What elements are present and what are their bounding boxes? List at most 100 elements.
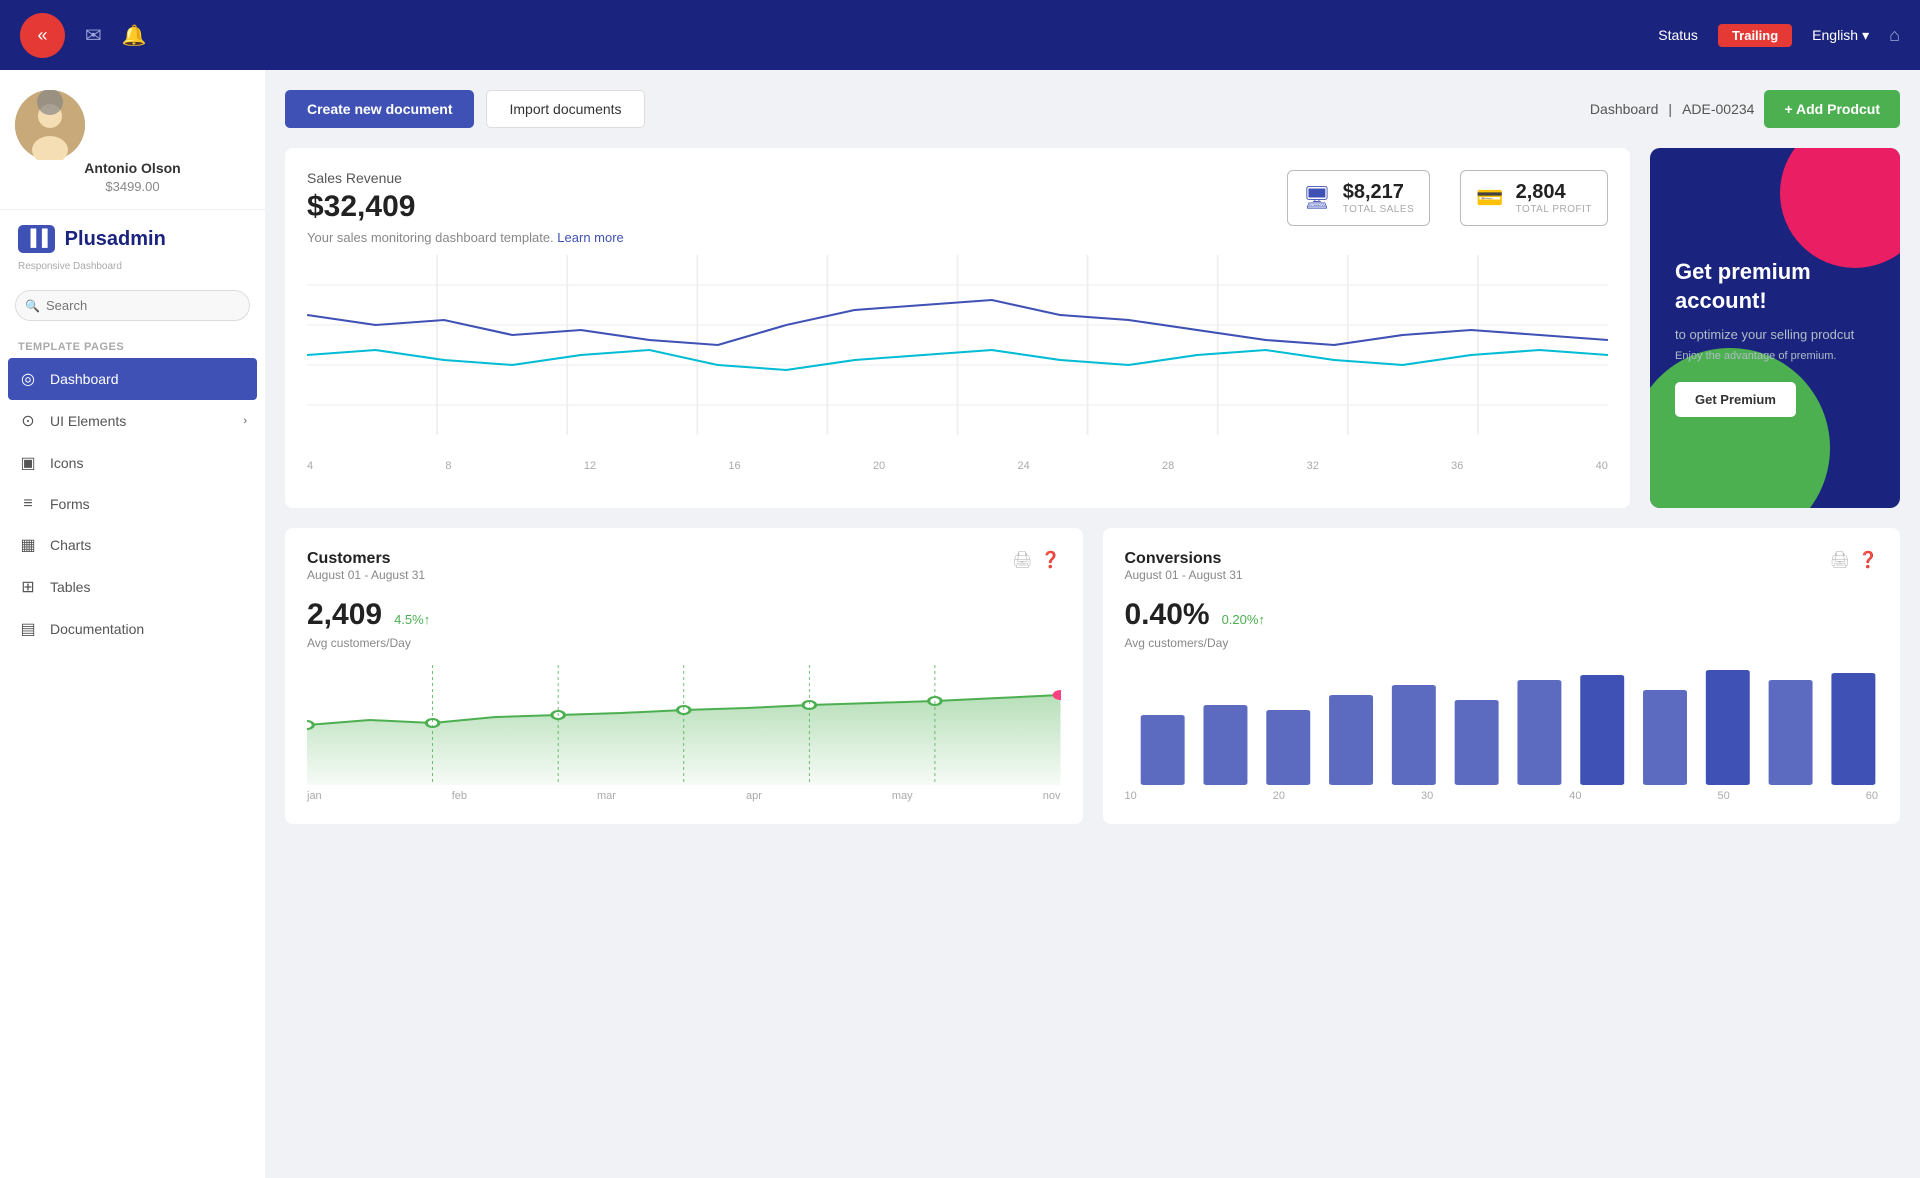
sidebar-item-tables[interactable]: ⊞ Tables (0, 566, 265, 608)
header-icons: ✉ 🔔 (85, 23, 1658, 48)
conversions-header: Conversions August 01 - August 31 🖨 ❓ (1125, 550, 1879, 594)
premium-note: Enjoy the advantage of premium. (1675, 350, 1875, 362)
conversions-title: Conversions (1125, 550, 1243, 568)
charts-icon: ▦ (18, 535, 38, 555)
breadcrumb-code: ADE-00234 (1682, 101, 1754, 117)
sidebar-item-label: Charts (50, 537, 91, 553)
search-input[interactable] (15, 290, 250, 321)
total-profit-value: 2,804 (1516, 181, 1592, 204)
conversions-title-group: Conversions August 01 - August 31 (1125, 550, 1243, 594)
conversions-card: Conversions August 01 - August 31 🖨 ❓ 0.… (1103, 528, 1901, 824)
icons-icon: ▣ (18, 453, 38, 473)
total-profit-label: TOTAL PROFIT (1516, 204, 1592, 215)
sidebar-item-label: Icons (50, 455, 83, 471)
add-product-button[interactable]: + Add Prodcut (1764, 90, 1900, 128)
x-label: feb (452, 790, 467, 802)
nav-section-title: TEMPLATE PAGES (0, 333, 265, 358)
x-label: 16 (728, 460, 740, 472)
premium-desc: to optimize your selling prodcut (1675, 327, 1875, 342)
x-label: 24 (1017, 460, 1029, 472)
breadcrumb: Dashboard | ADE-00234 + Add Prodcut (1590, 90, 1900, 128)
help-icon[interactable]: ❓ (1858, 550, 1878, 570)
customers-title-group: Customers August 01 - August 31 (307, 550, 425, 594)
action-buttons: Create new document Import documents (285, 90, 645, 128)
customers-value: 2,409 (307, 598, 382, 632)
profile-section: Antonio Olson $3499.00 (0, 70, 265, 210)
premium-content: Get premium account! to optimize your se… (1675, 258, 1875, 417)
trailing-badge: Trailing (1718, 24, 1792, 47)
sidebar-item-label: UI Elements (50, 413, 126, 429)
sales-value: $32,409 (307, 190, 624, 224)
chart-x-labels: 4 8 12 16 20 24 28 32 36 40 (307, 455, 1608, 472)
total-profit-metric: 💳 2,804 TOTAL PROFIT (1460, 170, 1608, 226)
premium-pink-circle (1780, 148, 1900, 268)
language-label: English (1812, 27, 1858, 43)
create-document-button[interactable]: Create new document (285, 90, 474, 128)
x-label: may (892, 790, 913, 802)
learn-more-link[interactable]: Learn more (557, 230, 623, 245)
status-label: Status (1658, 27, 1698, 43)
bottom-cards-row: Customers August 01 - August 31 🖨 ❓ 2,40… (285, 528, 1900, 824)
sidebar-item-dashboard[interactable]: ◎ Dashboard (8, 358, 257, 400)
tables-icon: ⊞ (18, 577, 38, 597)
sales-subtitle-text: Your sales monitoring dashboard template… (307, 230, 554, 245)
search-icon: 🔍 (25, 299, 40, 313)
x-label: jan (307, 790, 322, 802)
x-label: 4 (307, 460, 313, 472)
help-icon[interactable]: ❓ (1041, 550, 1061, 570)
sidebar-item-label: Documentation (50, 621, 144, 637)
customers-date: August 01 - August 31 (307, 568, 425, 582)
customers-change: 4.5%↑ (394, 612, 430, 627)
sidebar-toggle-button[interactable]: « (20, 13, 65, 58)
sales-revenue-card: Sales Revenue $32,409 Your sales monitor… (285, 148, 1630, 508)
sidebar-item-forms[interactable]: ≡ Forms (0, 484, 265, 524)
total-sales-value: $8,217 (1343, 181, 1414, 204)
x-label: 8 (445, 460, 451, 472)
x-label: apr (746, 790, 762, 802)
x-label: 20 (1273, 790, 1285, 802)
x-label: 32 (1307, 460, 1319, 472)
main-header: « ✉ 🔔 Status Trailing English ▾ ⌂ (0, 0, 1920, 70)
premium-title: Get premium account! (1675, 258, 1875, 315)
x-label: 36 (1451, 460, 1463, 472)
total-sales-label: TOTAL SALES (1343, 204, 1414, 215)
language-selector[interactable]: English ▾ (1812, 27, 1869, 44)
metrics-row: 🖥 $8,217 TOTAL SALES 💳 2,804 (1287, 170, 1608, 226)
logo-area: ▐▐ Plusadmin (0, 210, 265, 261)
logo-icon: ▐▐ (18, 225, 55, 253)
get-premium-button[interactable]: Get Premium (1675, 382, 1796, 417)
conversions-chart (1125, 665, 1879, 785)
sales-chart (307, 255, 1608, 455)
print-icon[interactable]: 🖨 (1012, 550, 1032, 570)
bell-icon[interactable]: 🔔 (122, 23, 147, 48)
conversions-x-labels: 10 20 30 40 50 60 (1125, 785, 1879, 802)
sidebar-item-charts[interactable]: ▦ Charts (0, 524, 265, 566)
sales-title: Sales Revenue (307, 170, 624, 186)
conversions-actions: 🖨 ❓ (1830, 550, 1878, 570)
customers-x-labels: jan feb mar apr may nov (307, 785, 1061, 802)
customers-card: Customers August 01 - August 31 🖨 ❓ 2,40… (285, 528, 1083, 824)
import-documents-button[interactable]: Import documents (486, 90, 644, 128)
logo-subtitle: Responsive Dashboard (0, 261, 265, 272)
profile-balance: $3499.00 (15, 179, 250, 194)
sidebar-item-ui-elements[interactable]: ⊙ UI Elements › (0, 400, 265, 442)
monitor-icon: 🖥 (1303, 185, 1331, 211)
conversions-date: August 01 - August 31 (1125, 568, 1243, 582)
home-icon[interactable]: ⌂ (1889, 25, 1900, 46)
premium-card: Get premium account! to optimize your se… (1650, 148, 1900, 508)
customers-stat-row: 2,409 4.5%↑ (307, 598, 1061, 634)
sidebar-item-label: Forms (50, 496, 90, 512)
conversions-avg-label: Avg customers/Day (1125, 636, 1879, 650)
sidebar-item-documentation[interactable]: ▤ Documentation (0, 608, 265, 650)
print-icon[interactable]: 🖨 (1830, 550, 1850, 570)
x-label: 28 (1162, 460, 1174, 472)
sidebar-item-icons[interactable]: ▣ Icons (0, 442, 265, 484)
x-label: 10 (1125, 790, 1137, 802)
sales-info: Sales Revenue $32,409 Your sales monitor… (307, 170, 624, 245)
x-label: 20 (873, 460, 885, 472)
conversions-value: 0.40% (1125, 598, 1210, 632)
sidebar-item-label: Tables (50, 579, 90, 595)
main-content: Create new document Import documents Das… (265, 70, 1920, 1178)
x-label: 30 (1421, 790, 1433, 802)
mail-icon[interactable]: ✉ (85, 23, 102, 48)
